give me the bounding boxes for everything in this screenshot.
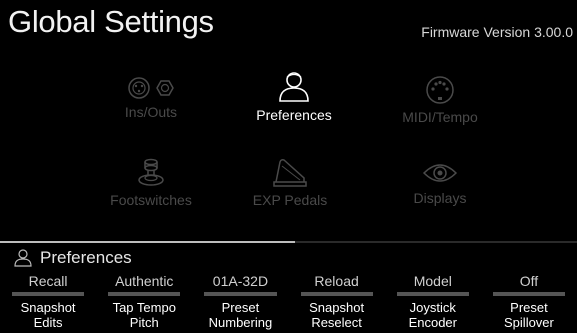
eye-icon (422, 164, 458, 182)
category-label: Footswitches (110, 192, 192, 208)
param-name-line1: Joystick (409, 300, 456, 315)
param-name: Tap Tempo Pitch (96, 300, 192, 330)
category-label: MIDI/Tempo (402, 109, 478, 125)
param-name-line1: Snapshot (309, 300, 365, 315)
param-snapshot-reselect[interactable]: Reload Snapshot Reselect (289, 272, 385, 333)
section-header: Preferences (14, 247, 132, 269)
param-value: 01A-32D (212, 273, 269, 289)
param-snapshot-edits[interactable]: Recall Snapshot Edits (0, 272, 96, 333)
param-name-line2: Reselect (311, 315, 362, 330)
parameter-row: Recall Snapshot Edits Authentic Tap Temp… (0, 272, 577, 333)
param-name-line1: Snapshot (20, 300, 76, 315)
person-icon (279, 72, 309, 102)
param-value: Model (413, 273, 452, 289)
exp-pedal-icon (273, 159, 307, 187)
param-name: Joystick Encoder (385, 300, 481, 330)
param-value: Off (519, 273, 539, 289)
param-knob-bar[interactable] (108, 292, 181, 296)
person-icon (14, 249, 32, 267)
param-name-line1: Preset (510, 300, 548, 315)
param-value: Recall (28, 273, 68, 289)
param-name-line2: Numbering (208, 315, 273, 330)
param-name-line2: Edits (33, 315, 63, 330)
firmware-version: Firmware Version 3.00.0 (421, 24, 573, 40)
param-name-line2: Spillover (504, 315, 554, 330)
param-name: Preset Numbering (192, 300, 288, 330)
category-label: Preferences (256, 107, 332, 123)
param-name: Snapshot Edits (0, 300, 96, 330)
param-knob-bar[interactable] (12, 292, 85, 296)
param-tap-tempo-pitch[interactable]: Authentic Tap Tempo Pitch (96, 272, 192, 333)
param-knob-bar[interactable] (204, 292, 277, 296)
category-ins-outs[interactable]: Ins/Outs (76, 76, 226, 120)
category-footswitches[interactable]: Footswitches (76, 158, 226, 208)
category-label: Ins/Outs (124, 104, 178, 120)
param-name: Preset Spillover (481, 300, 577, 330)
param-name: Snapshot Reselect (289, 300, 385, 330)
footswitch-icon (138, 158, 164, 186)
category-midi-tempo[interactable]: MIDI/Tempo (365, 75, 515, 125)
param-value: Reload (314, 273, 359, 289)
midi-icon (426, 76, 454, 104)
param-preset-spillover[interactable]: Off Preset Spillover (481, 272, 577, 333)
section-divider-highlight (0, 241, 295, 243)
category-preferences[interactable]: Preferences (219, 71, 369, 123)
param-knob-bar[interactable] (492, 292, 566, 296)
param-name-line2: Pitch (129, 315, 159, 330)
param-name-line1: Preset (221, 300, 260, 315)
section-title: Preferences (40, 248, 132, 267)
param-knob-bar[interactable] (396, 292, 469, 296)
param-knob-bar[interactable] (300, 292, 373, 296)
category-displays[interactable]: Displays (365, 160, 515, 206)
param-value: Authentic (115, 273, 174, 289)
category-label: EXP Pedals (252, 192, 328, 208)
category-label: Displays (413, 190, 467, 206)
param-joystick-encoder[interactable]: Model Joystick Encoder (385, 272, 481, 333)
category-exp-pedals[interactable]: EXP Pedals (215, 156, 365, 208)
param-name-line1: Tap Tempo (112, 300, 176, 315)
ins-outs-icon (128, 77, 174, 99)
param-preset-numbering[interactable]: 01A-32D Preset Numbering (192, 272, 288, 333)
page-title: Global Settings (8, 4, 214, 39)
param-name-line2: Encoder (408, 315, 457, 330)
